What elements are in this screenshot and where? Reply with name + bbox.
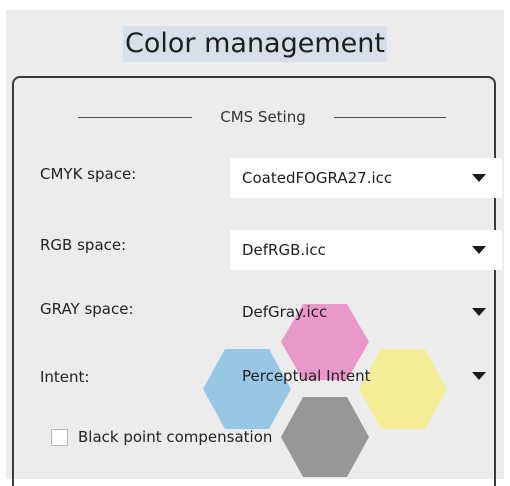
black-point-compensation-checkbox[interactable] (51, 428, 68, 446)
black-point-compensation-option[interactable]: Black point compensation (51, 428, 272, 446)
gray-hexagon (281, 397, 369, 477)
intent-value: Perceptual Intent (242, 367, 371, 385)
chevron-down-icon (472, 174, 486, 182)
chevron-down-icon (472, 372, 486, 380)
gray-space-select[interactable]: DefGray.icc (230, 292, 502, 332)
cmyk-space-value: CoatedFOGRA27.icc (242, 169, 393, 187)
rgb-space-label: RGB space: (40, 236, 127, 254)
gray-space-label: GRAY space: (40, 300, 134, 318)
intent-label: Intent: (40, 368, 90, 386)
intent-select[interactable]: Perceptual Intent (230, 356, 502, 396)
cmyk-space-label: CMYK space: (40, 165, 137, 183)
black-point-compensation-label: Black point compensation (78, 428, 273, 446)
rgb-space-select[interactable]: DefRGB.icc (230, 230, 502, 270)
gray-space-value: DefGray.icc (242, 303, 328, 321)
cmyk-space-select[interactable]: CoatedFOGRA27.icc (230, 158, 502, 198)
chevron-down-icon (472, 246, 486, 254)
rgb-space-value: DefRGB.icc (242, 241, 326, 259)
chevron-down-icon (472, 308, 486, 316)
